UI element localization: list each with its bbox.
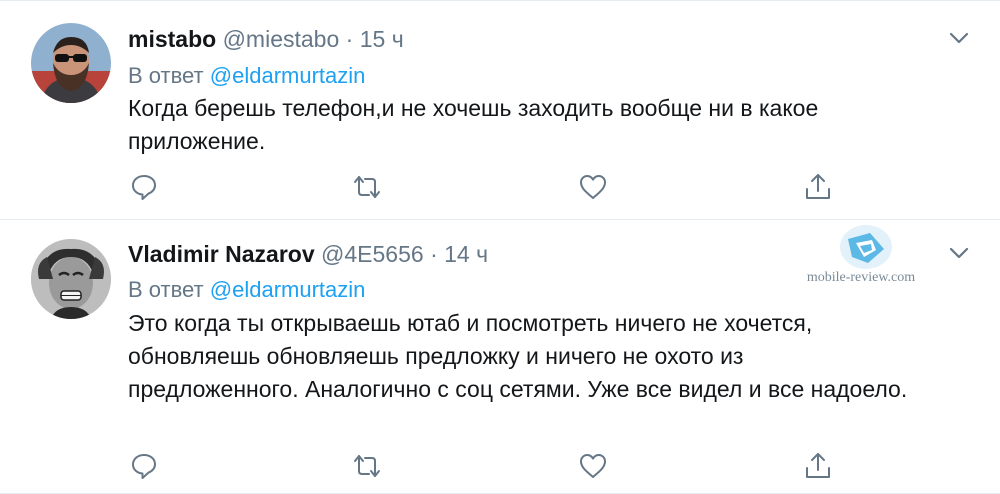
reply-prefix: В ответ (128, 277, 204, 302)
author-name[interactable]: mistabo (128, 26, 216, 52)
watermark-text: mobile-review.com (806, 270, 916, 285)
tweet-text: Когда берешь телефон,и не хочешь заходит… (128, 95, 819, 154)
reply-prefix: В ответ (128, 63, 204, 88)
reply-context: В ответ @eldarmurtazin (128, 63, 365, 89)
reply-context: В ответ @eldarmurtazin (128, 277, 365, 303)
author-handle[interactable]: @miestabo (223, 26, 340, 52)
retweet-icon[interactable] (352, 172, 382, 202)
author-name[interactable]: Vladimir Nazarov (128, 241, 315, 267)
meta-separator: · (345, 26, 354, 52)
chevron-down-icon[interactable] (946, 240, 972, 266)
reply-icon[interactable] (129, 172, 159, 202)
tweet-text: Это когда ты открываешь ютаб и посмотрет… (128, 310, 908, 402)
meta-separator: · (430, 241, 438, 267)
tweet-item[interactable]: mistabo @miestabo · 15 ч В ответ @eldarm… (0, 0, 1000, 220)
watermark-logo-icon (840, 225, 892, 269)
share-icon[interactable] (803, 172, 833, 202)
reply-mention-link[interactable]: @eldarmurtazin (210, 277, 366, 302)
tweet-header: Vladimir Nazarov @4E5656 · 14 ч (128, 241, 488, 268)
retweet-icon[interactable] (352, 451, 382, 481)
chevron-down-icon[interactable] (946, 25, 972, 51)
like-icon[interactable] (578, 172, 608, 202)
tweet-header: mistabo @miestabo · 15 ч (128, 26, 404, 53)
author-handle[interactable]: @4E5656 (321, 241, 424, 267)
share-icon[interactable] (803, 451, 833, 481)
site-watermark: mobile-review.com (806, 221, 916, 293)
tweet-time[interactable]: 15 ч (360, 26, 404, 52)
reply-mention-link[interactable]: @eldarmurtazin (210, 63, 366, 88)
like-icon[interactable] (578, 451, 608, 481)
tweet-time[interactable]: 14 ч (444, 241, 488, 267)
avatar[interactable] (31, 23, 111, 103)
reply-icon[interactable] (129, 451, 159, 481)
avatar[interactable] (31, 239, 111, 319)
